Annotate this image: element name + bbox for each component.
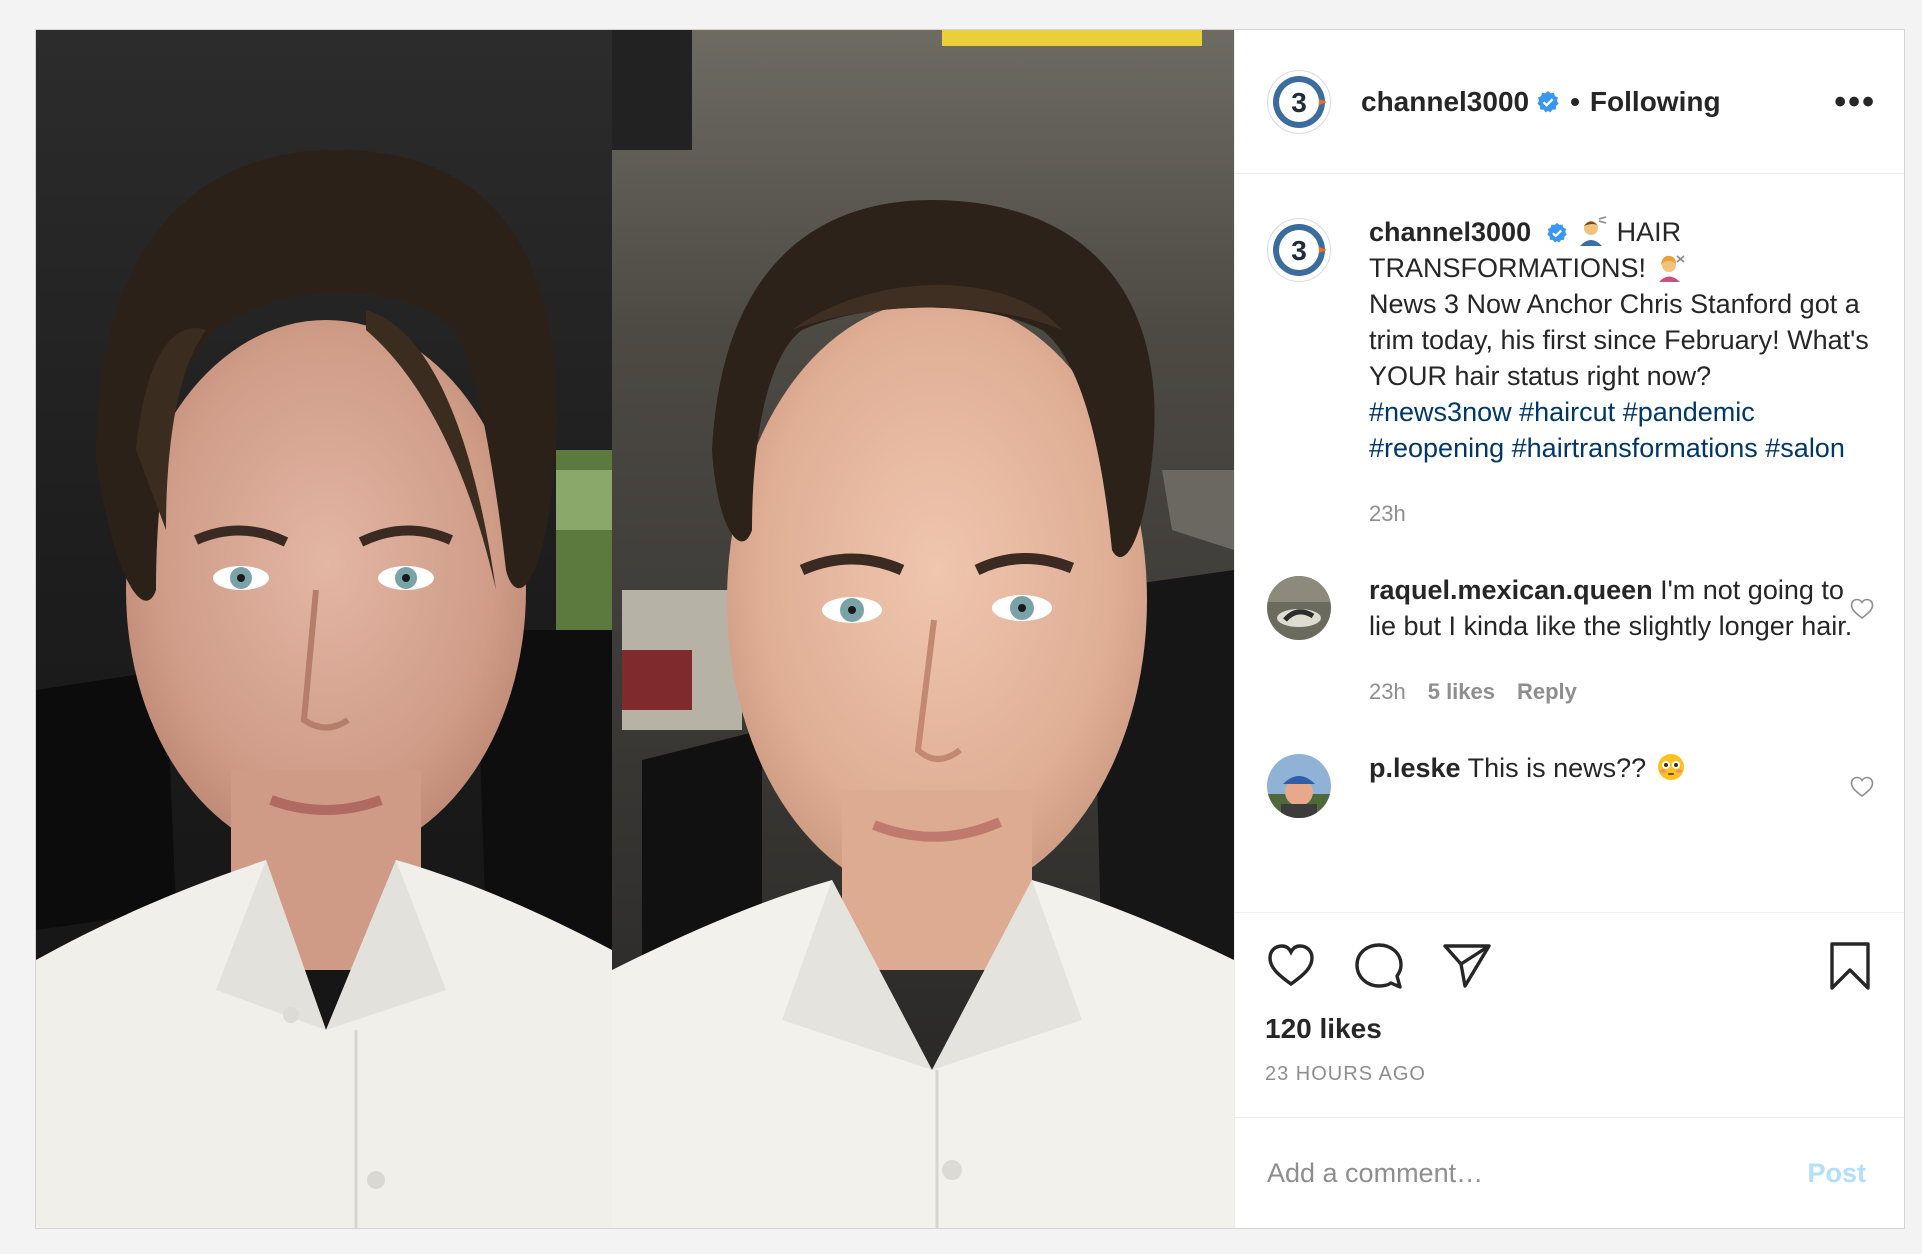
post-comment-button[interactable]: Post <box>1807 1158 1866 1189</box>
svg-text:3: 3 <box>1291 87 1307 118</box>
caption-time[interactable]: 23h <box>1369 496 1406 532</box>
verified-badge-icon <box>1537 90 1559 112</box>
hashtag-news3now[interactable]: #news3now <box>1369 397 1512 427</box>
hashtag-reopening[interactable]: #reopening <box>1369 433 1504 463</box>
commenter-avatar[interactable] <box>1267 754 1331 818</box>
flushed-face-emoji-icon <box>1657 754 1684 780</box>
following-button[interactable]: Following <box>1590 86 1721 118</box>
like-heart-icon[interactable] <box>1265 940 1317 992</box>
before-photo <box>36 30 612 1228</box>
comments-section: 3 channel3000 HAIR TRANSFORMATIONS! News… <box>1235 174 1904 912</box>
save-bookmark-icon[interactable] <box>1824 940 1876 992</box>
comment-time[interactable]: 23h <box>1369 674 1406 710</box>
commenter-avatar[interactable] <box>1267 576 1331 640</box>
author-avatar[interactable]: 3 <box>1267 69 1331 134</box>
hashtag-salon[interactable]: #salon <box>1765 433 1845 463</box>
comment-item: raquel.mexican.queen I'm not going to li… <box>1267 575 1876 710</box>
post-header: 3 channel3000 • Following ••• <box>1235 30 1904 174</box>
instagram-post: 3 channel3000 • Following ••• 3 channel3… <box>35 29 1905 1229</box>
comment-text: This is news?? <box>1467 753 1647 783</box>
like-comment-heart-icon[interactable] <box>1850 598 1874 620</box>
caption-username[interactable]: channel3000 <box>1369 217 1531 247</box>
post-sidebar: 3 channel3000 • Following ••• 3 channel3… <box>1234 30 1904 1228</box>
like-comment-heart-icon[interactable] <box>1850 776 1874 798</box>
post-actions: 120 likes 23 HOURS AGO <box>1235 912 1904 1117</box>
svg-text:3: 3 <box>1291 235 1307 266</box>
author-username[interactable]: channel3000 <box>1361 86 1529 118</box>
comment-item: p.leske This is news?? <box>1267 753 1876 818</box>
more-options-icon[interactable]: ••• <box>1834 85 1876 119</box>
hashtag-hairtransformations[interactable]: #hairtransformations <box>1512 433 1758 463</box>
haircut-emoji-icon <box>1658 255 1685 282</box>
add-comment-input[interactable] <box>1267 1157 1808 1189</box>
comment-composer: Post <box>1235 1117 1904 1228</box>
comment-username[interactable]: raquel.mexican.queen <box>1369 575 1653 605</box>
comment-username[interactable]: p.leske <box>1369 753 1461 783</box>
hashtag-haircut[interactable]: #haircut <box>1519 397 1615 427</box>
post-image[interactable] <box>36 30 1234 1228</box>
barber-emoji-icon <box>1580 216 1607 246</box>
caption-body: News 3 Now Anchor Chris Stanford got a t… <box>1369 289 1869 391</box>
comment-likes[interactable]: 5 likes <box>1428 674 1495 710</box>
caption: 3 channel3000 HAIR TRANSFORMATIONS! News… <box>1267 216 1876 532</box>
verified-badge-icon <box>1546 222 1567 243</box>
comment-bubble-icon[interactable] <box>1353 940 1405 992</box>
share-paper-plane-icon[interactable] <box>1441 940 1493 992</box>
hashtag-pandemic[interactable]: #pandemic <box>1623 397 1755 427</box>
likes-count[interactable]: 120 likes <box>1265 1013 1876 1045</box>
after-photo <box>612 30 1234 1228</box>
post-timestamp[interactable]: 23 HOURS AGO <box>1265 1063 1876 1086</box>
reply-button[interactable]: Reply <box>1517 674 1577 710</box>
caption-avatar[interactable]: 3 <box>1267 218 1331 282</box>
separator-dot: • <box>1570 85 1580 117</box>
